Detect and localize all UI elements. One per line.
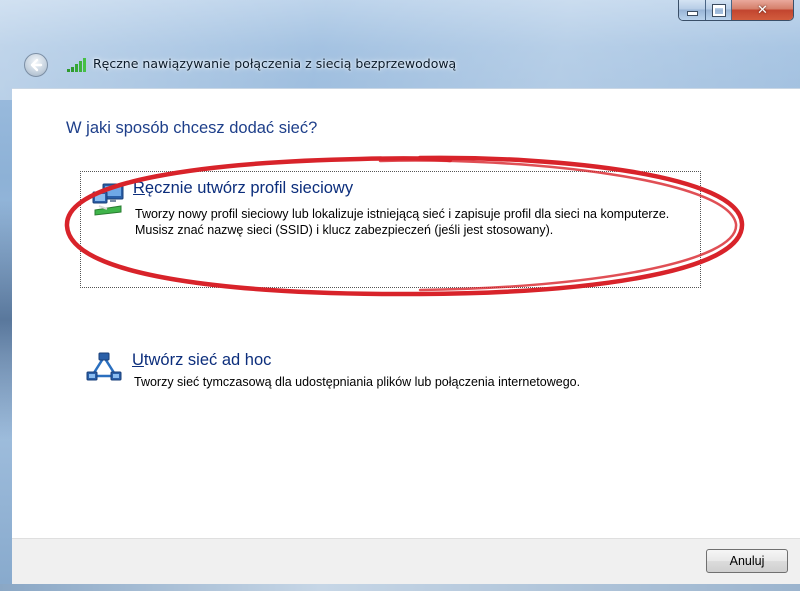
- back-button[interactable]: [24, 53, 48, 77]
- network-profile-icon: [92, 183, 124, 216]
- dialog-window: ✕ Ręczne nawiązywanie połączenia z sieci…: [0, 0, 800, 591]
- manual-profile-option[interactable]: Ręcznie utwórz profil sieciowy Tworzy no…: [80, 171, 701, 288]
- minimize-icon: [686, 11, 698, 16]
- manual-profile-accel: R: [133, 179, 145, 197]
- page-heading: W jaki sposób chcesz dodać sieć?: [66, 119, 318, 137]
- adhoc-network-title[interactable]: Utwórz sieć ad hoc: [132, 351, 271, 370]
- dialog-footer: Anuluj: [12, 538, 800, 585]
- adhoc-network-accel: U: [132, 351, 144, 369]
- manual-profile-title-text: ęcznie utwórz profil sieciowy: [144, 179, 354, 197]
- caption-buttons: ✕: [678, 0, 794, 21]
- manual-profile-description: Tworzy nowy profil sieciowy lub lokalizu…: [135, 207, 670, 237]
- adhoc-network-title-text: twórz sieć ad hoc: [143, 351, 272, 369]
- window-title: Ręczne nawiązywanie połączenia z siecią …: [93, 56, 457, 71]
- frame-shadow: [0, 200, 12, 440]
- cancel-button[interactable]: Anuluj: [706, 549, 788, 573]
- close-button[interactable]: ✕: [732, 0, 793, 20]
- adhoc-network-option[interactable]: Utwórz sieć ad hoc Tworzy sieć tymczasow…: [80, 347, 720, 407]
- close-icon: ✕: [757, 2, 768, 18]
- maximize-icon: [711, 3, 726, 17]
- adhoc-network-description: Tworzy sieć tymczasową dla udostępniania…: [134, 375, 581, 389]
- manual-profile-title[interactable]: Ręcznie utwórz profil sieciowy: [133, 179, 353, 198]
- maximize-button[interactable]: [706, 0, 732, 20]
- minimize-button[interactable]: [679, 0, 706, 20]
- adhoc-network-icon: [86, 352, 122, 381]
- navigation-bar: Ręczne nawiązywanie połączenia z siecią …: [0, 46, 800, 86]
- window-bottom-border: [0, 584, 800, 591]
- wireless-signal-icon: [67, 58, 86, 72]
- back-arrow-icon: [30, 58, 43, 72]
- content-pane: W jaki sposób chcesz dodać sieć? Ręcznie…: [12, 88, 800, 539]
